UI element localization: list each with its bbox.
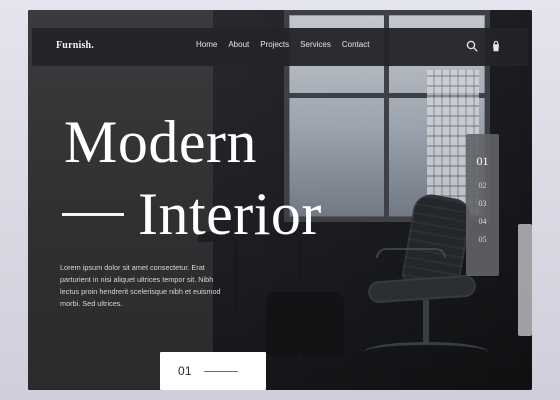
slide-counter-line xyxy=(203,370,238,372)
office-chair-base xyxy=(364,342,488,362)
bag xyxy=(266,292,344,356)
hero-rule xyxy=(62,212,124,216)
slide-03[interactable]: 03 xyxy=(466,199,499,208)
slide-04[interactable]: 04 xyxy=(466,217,499,226)
slide-02[interactable]: 02 xyxy=(466,181,499,190)
slide-counter-card: 01 xyxy=(160,352,266,390)
nav-links: Home About Projects Services Contact xyxy=(196,40,369,49)
nav-home[interactable]: Home xyxy=(196,40,217,49)
office-chair-post xyxy=(423,300,429,344)
top-navigation: Furnish. Home About Projects Services Co… xyxy=(32,28,528,66)
nav-services[interactable]: Services xyxy=(300,40,331,49)
nav-contact[interactable]: Contact xyxy=(342,40,370,49)
hero-title-line-1: Modern xyxy=(64,109,257,175)
website-screenshot: Furnish. Home About Projects Services Co… xyxy=(28,10,532,390)
slide-counter-number: 01 xyxy=(178,364,192,378)
nav-about[interactable]: About xyxy=(228,40,249,49)
hero-description: Lorem ipsum dolor sit amet consectetur. … xyxy=(60,263,221,308)
right-wall xyxy=(518,224,532,336)
search-icon[interactable] xyxy=(466,39,478,52)
nav-projects[interactable]: Projects xyxy=(260,40,289,49)
slide-indicator: 01 02 03 04 05 xyxy=(466,134,499,276)
office-chair-arm xyxy=(376,248,446,258)
hero-title-line-2-wrapper: Interior xyxy=(62,184,322,244)
hero-title-line-2: Interior xyxy=(138,181,322,247)
brand-logo[interactable]: Furnish. xyxy=(56,40,94,51)
nav-icons xyxy=(466,39,502,52)
slide-01[interactable]: 01 xyxy=(466,154,499,169)
desk-leg xyxy=(234,242,238,362)
shopping-bag-icon[interactable] xyxy=(490,39,502,52)
slide-05[interactable]: 05 xyxy=(466,235,499,244)
page-background: Furnish. Home About Projects Services Co… xyxy=(0,0,560,400)
